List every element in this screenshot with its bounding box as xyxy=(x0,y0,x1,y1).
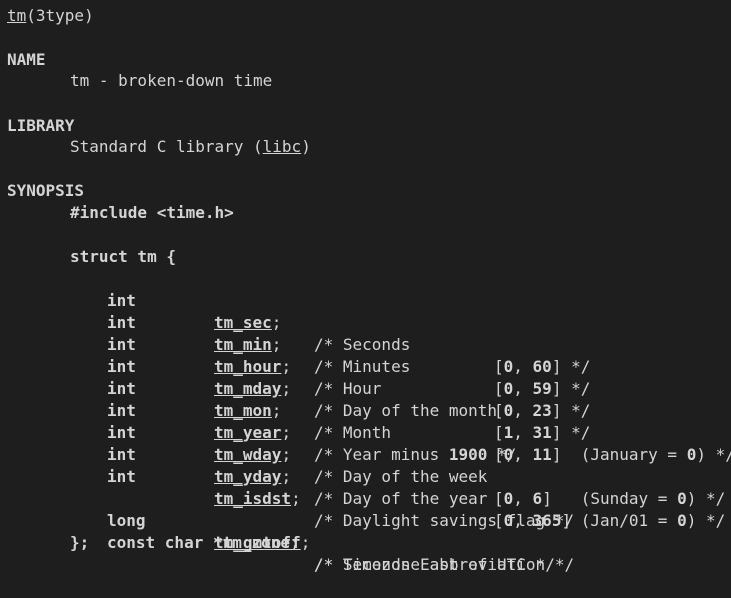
field-range: [0, 59] */ xyxy=(494,379,591,398)
struct-close: }; xyxy=(70,533,90,552)
field-comment: /* Month xyxy=(314,423,392,442)
field-range: [0, 23] */ xyxy=(494,401,591,420)
struct-field-row: long tm_gmtoff; /* Seconds East of UTC *… xyxy=(0,488,555,574)
man-page-section: (3type) xyxy=(26,6,94,25)
field-name-wrap: tm_isdst; xyxy=(214,489,301,508)
field-type: int xyxy=(107,445,136,464)
field-name-wrap: tm_hour; xyxy=(214,357,292,376)
man-page-name: tm xyxy=(7,6,27,25)
library-line: Standard C library (libc) xyxy=(70,136,311,158)
library-prefix: Standard C library ( xyxy=(70,137,263,156)
field-type: int xyxy=(107,379,136,398)
section-heading-synopsis: SYNOPSIS xyxy=(7,181,85,200)
field-name: tm_mday xyxy=(214,379,282,398)
struct-field-row: int tm_year; /* Year minus 1900 */ xyxy=(0,378,516,464)
field-name: tm_yday xyxy=(214,467,282,486)
struct-field-row: int tm_mon; /* Month [0, 11] (January = … xyxy=(0,356,731,464)
field-comment: /* Day of the year xyxy=(314,489,488,508)
struct-field-row: int tm_isdst; /* Daylight savings flag *… xyxy=(0,444,574,530)
page-header: tm(3type) xyxy=(7,5,94,27)
field-name-wrap: tm_yday; xyxy=(214,467,292,486)
man-page: tm(3type) NAME tm - broken-down time LIB… xyxy=(0,0,731,574)
field-name-wrap: tm_sec; xyxy=(214,313,282,332)
library-link[interactable]: libc xyxy=(263,137,302,156)
field-range: [0, 60] */ xyxy=(494,357,591,376)
field-type: int xyxy=(107,291,136,310)
field-comment: /* Year minus 1900 */ xyxy=(314,445,517,464)
field-type: long xyxy=(107,511,146,530)
library-suffix: ) xyxy=(301,137,311,156)
field-name: tm_zone xyxy=(222,533,291,552)
field-type: int xyxy=(107,313,136,332)
field-comment: /* Daylight savings flag */ xyxy=(314,511,575,530)
field-type: int xyxy=(107,357,136,376)
field-name: tm_year xyxy=(214,423,282,442)
field-comment: /* Hour xyxy=(314,379,382,398)
field-type: int xyxy=(107,401,136,420)
field-range: [1, 31] */ xyxy=(494,423,591,442)
struct-field-row: int tm_wday; /* Day of the week [0, 6] (… xyxy=(0,400,725,508)
field-type: int xyxy=(107,335,136,354)
struct-field-row: int tm_min; /* Minutes [0, 59] */ xyxy=(0,290,590,398)
field-name-wrap: tm_mon; xyxy=(214,401,282,420)
field-name: tm_sec xyxy=(214,313,272,332)
field-range: [0, 6] (Sunday = 0) */ xyxy=(494,489,726,508)
field-name: tm_isdst xyxy=(214,489,292,508)
field-type: const char *tm_zone; xyxy=(107,533,300,552)
field-comment: /* Timezone abbreviation */ xyxy=(314,555,575,574)
field-comment: /* Minutes xyxy=(314,357,411,376)
name-description: tm - broken-down time xyxy=(70,71,273,90)
field-name-wrap: tm_mday; xyxy=(214,379,292,398)
struct-field-row: int tm_hour; /* Hour [0, 23] */ xyxy=(0,312,590,420)
section-heading-library: LIBRARY xyxy=(7,116,75,135)
field-name-wrap: tm_year; xyxy=(214,423,292,442)
field-name: tm_wday xyxy=(214,445,282,464)
include-line: #include <time.h> xyxy=(70,203,234,222)
field-name: tm_mon xyxy=(214,401,272,420)
struct-open: struct tm { xyxy=(70,247,176,266)
struct-field-row: const char *tm_zone; /* Timezone abbrevi… xyxy=(0,510,574,574)
field-comment: /* Seconds xyxy=(314,335,411,354)
field-name: tm_hour xyxy=(214,357,282,376)
field-comment: /* Day of the week xyxy=(314,467,488,486)
field-name-wrap: tm_min; xyxy=(214,335,282,354)
struct-field-row: int tm_yday; /* Day of the year [0, 365]… xyxy=(0,422,725,530)
field-comment: /* Day of the month xyxy=(314,401,498,420)
struct-field-row: int tm_mday; /* Day of the month [1, 31]… xyxy=(0,334,590,442)
field-range: [0, 11] (January = 0) */ xyxy=(494,445,731,464)
field-type: int xyxy=(107,423,136,442)
field-name-wrap: tm_wday; xyxy=(214,445,292,464)
field-name: tm_min xyxy=(214,335,272,354)
struct-field-row: int tm_sec; /* Seconds [0, 60] */ xyxy=(0,268,590,376)
section-heading-name: NAME xyxy=(7,50,46,69)
field-type: int xyxy=(107,467,136,486)
